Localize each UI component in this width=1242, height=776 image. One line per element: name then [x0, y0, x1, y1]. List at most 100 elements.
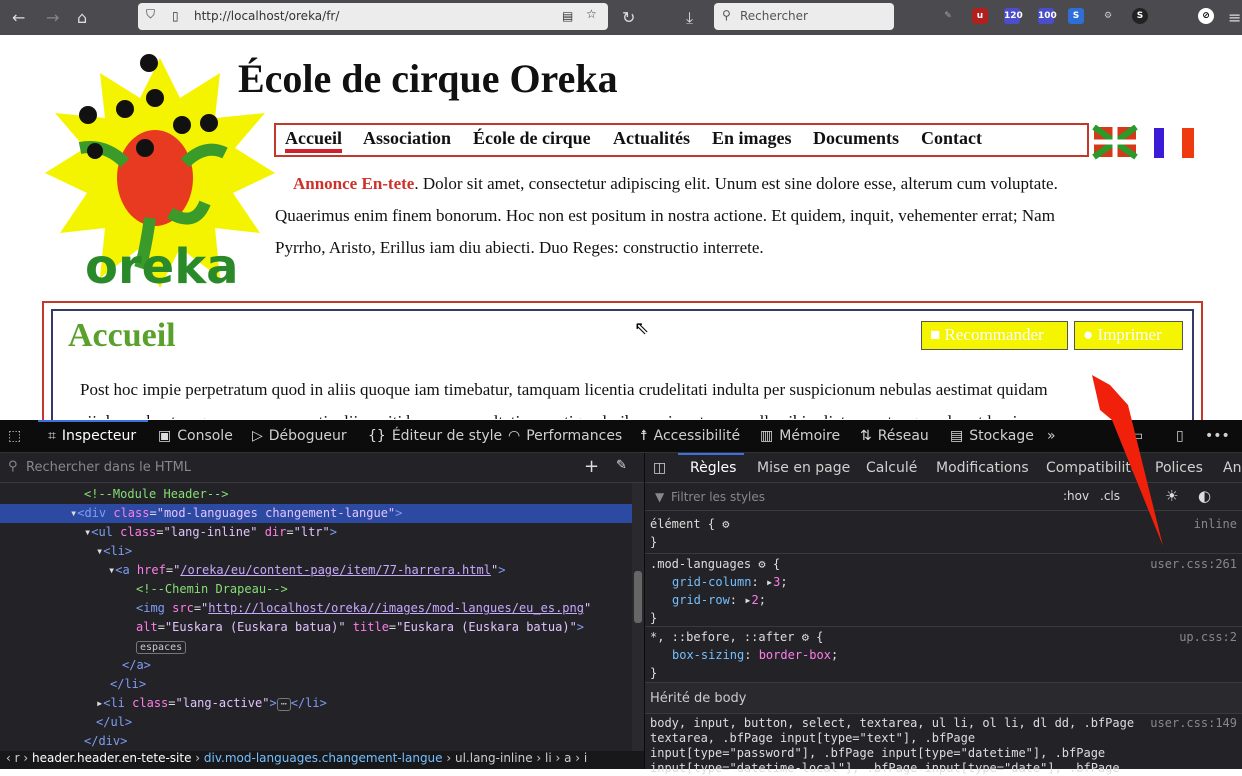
markup-scrollbar[interactable]: [632, 483, 644, 751]
tab-mise-en-page[interactable]: Mise en page: [757, 460, 850, 476]
recommend-button[interactable]: ■ Recommander: [921, 321, 1068, 350]
tab-memoire[interactable]: ▥ Mémoire: [760, 428, 840, 444]
download-icon[interactable]: ⤓: [686, 8, 693, 28]
s-ext-icon[interactable]: S: [1068, 8, 1084, 24]
breadcrumb-item[interactable]: div.mod-languages.changement-langue: [204, 751, 443, 765]
tree-node[interactable]: </li>: [0, 675, 632, 694]
ruler-icon[interactable]: ▭: [1130, 428, 1143, 444]
tab-label: Débogueur: [268, 428, 347, 444]
tree-node[interactable]: <img src="http://localhost/oreka//images…: [0, 599, 632, 618]
tab-compatibilite[interactable]: Compatibilité: [1046, 460, 1139, 476]
tree-node[interactable]: <!--Module Header-->: [0, 485, 632, 504]
rule-body[interactable]: user.css:149 body, input, button, select,…: [650, 716, 1237, 776]
nav-en-images[interactable]: En images: [712, 128, 792, 149]
tree-node[interactable]: <!--Chemin Drapeau-->: [0, 580, 632, 599]
tab-stockage[interactable]: ▤ Stockage: [950, 428, 1034, 444]
debugger-icon: ▷: [252, 428, 263, 444]
tree-node[interactable]: </ul>: [0, 713, 632, 732]
page-icon: ▯: [172, 9, 179, 23]
tree-node[interactable]: ▸<li class="lang-active"> ⋯ </li>: [0, 694, 632, 713]
tab-editeur-de-style[interactable]: {} Éditeur de style: [368, 428, 502, 444]
ext-120-icon[interactable]: 120: [1004, 8, 1023, 24]
tree-node-selected[interactable]: ▾<div class="mod-languages changement-la…: [0, 504, 632, 523]
cls-button[interactable]: .cls: [1100, 489, 1120, 503]
source-link[interactable]: user.css:149: [1150, 716, 1237, 731]
add-node-icon[interactable]: +: [584, 456, 599, 477]
tab-animations[interactable]: An: [1223, 460, 1241, 476]
nav-documents[interactable]: Documents: [813, 128, 899, 149]
css-declaration[interactable]: box-sizing: border-box;: [650, 646, 838, 664]
eyedropper-ext-icon[interactable]: ✎: [940, 8, 956, 24]
tree-node[interactable]: ▾<li>: [0, 542, 632, 561]
reader-icon[interactable]: ▤: [562, 9, 573, 23]
noscript-icon[interactable]: ⊘: [1198, 8, 1214, 24]
home-icon[interactable]: ⌂: [77, 8, 87, 27]
breadcrumb-item[interactable]: i: [584, 751, 587, 765]
tree-node[interactable]: ▾<a href="/oreka/eu/content-page/item/77…: [0, 561, 632, 580]
rule-element[interactable]: élément { ⚙ inline: [650, 515, 1237, 533]
tab-performances[interactable]: ◠ Performances: [508, 428, 622, 444]
print-button[interactable]: ● Imprimer: [1074, 321, 1183, 350]
url-bar[interactable]: ⛉ ▯ http://localhost/oreka/fr/ ▤ ☆: [138, 3, 608, 30]
s2-ext-icon[interactable]: S: [1132, 8, 1148, 24]
pick-element-icon[interactable]: ⬚: [8, 428, 21, 444]
tree-node[interactable]: </div>: [0, 732, 632, 751]
french-flag-blue[interactable]: [1154, 128, 1164, 158]
tab-reseau[interactable]: ⇅ Réseau: [860, 428, 929, 444]
breadcrumb-item[interactable]: header.header.en-tete-site: [32, 751, 191, 765]
tree-node[interactable]: </a>: [0, 656, 632, 675]
options-icon[interactable]: •••: [1205, 428, 1230, 444]
menu-icon[interactable]: ≡: [1228, 8, 1241, 27]
breadcrumb-item[interactable]: li: [545, 751, 552, 765]
back-icon[interactable]: ←: [12, 8, 25, 27]
rule-universal[interactable]: *, ::before, ::after ⚙ {up.css:2: [650, 628, 1237, 646]
devtools-panel: ⬚ ⌗ Inspecteur ▣ Console ▷ Débogueur {} Édit…: [0, 420, 1242, 775]
nav-contact[interactable]: Contact: [921, 128, 982, 149]
star-icon[interactable]: ☆: [586, 7, 597, 21]
html-search-placeholder: Rechercher dans le HTML: [26, 460, 192, 475]
tab-calcule[interactable]: Calculé: [866, 460, 917, 476]
hov-button[interactable]: :hov: [1063, 489, 1089, 503]
tab-console[interactable]: ▣ Console: [158, 428, 233, 444]
tree-node[interactable]: ▾<ul class="lang-inline" dir="ltr">: [0, 523, 632, 542]
responsive-icon[interactable]: ▯: [1176, 428, 1184, 444]
basque-flag-icon[interactable]: [1092, 125, 1138, 160]
ublock-icon[interactable]: u: [972, 8, 988, 24]
nav-accueil[interactable]: Accueil: [285, 128, 342, 153]
toggle-pane-icon[interactable]: ◫: [653, 460, 666, 476]
memory-icon: ▥: [760, 428, 774, 444]
tab-inspecteur[interactable]: ⌗ Inspecteur: [48, 428, 136, 444]
nav-association[interactable]: Association: [363, 128, 451, 149]
ext-100-icon[interactable]: 100: [1038, 8, 1057, 24]
tab-modifications[interactable]: Modifications: [936, 460, 1029, 476]
tab-debogueur[interactable]: ▷ Débogueur: [252, 428, 347, 444]
tab-accessibilite[interactable]: ☨ Accessibilité: [640, 428, 740, 444]
eyedropper-icon[interactable]: ✎: [616, 458, 627, 473]
more-tabs-icon[interactable]: »: [1047, 428, 1056, 444]
svg-text:oreka: oreka: [85, 239, 239, 293]
nav-actualites[interactable]: Actualités: [613, 128, 690, 149]
css-declaration[interactable]: grid-row: ▸2;: [650, 591, 766, 609]
nav-ecole-de-cirque[interactable]: École de cirque: [473, 128, 591, 149]
search-bar[interactable]: ⚲ Rechercher: [714, 3, 894, 30]
source-link[interactable]: user.css:261: [1150, 555, 1237, 573]
braces-icon: {}: [368, 428, 386, 444]
tab-polices[interactable]: Polices: [1155, 460, 1203, 476]
source-link[interactable]: up.css:2: [1179, 628, 1237, 646]
rule-mod-languages[interactable]: .mod-languages ⚙ {user.css:261: [650, 555, 1237, 573]
breadcrumb-item[interactable]: a: [564, 751, 571, 765]
filter-styles-input[interactable]: ▼ Filtrer les styles :hov .cls ☀ ◐: [645, 483, 1242, 511]
gear-ext-icon[interactable]: ⚙: [1100, 8, 1116, 24]
forward-icon[interactable]: →: [46, 8, 59, 27]
dark-theme-icon[interactable]: ◐: [1198, 487, 1211, 505]
reload-icon[interactable]: ↻: [622, 8, 635, 27]
tab-regles[interactable]: Règles: [690, 460, 736, 476]
breadcrumb-scroll-left[interactable]: ‹ r ›: [0, 751, 28, 765]
light-theme-icon[interactable]: ☀: [1165, 487, 1178, 505]
html-search-input[interactable]: ⚲ Rechercher dans le HTML + ✎: [0, 453, 644, 483]
filter-icon: ▼: [655, 490, 665, 504]
french-flag-red[interactable]: [1182, 128, 1194, 158]
whitespace-badge[interactable]: espaces: [136, 641, 187, 654]
breadcrumb-item[interactable]: ul.lang-inline: [455, 751, 533, 765]
css-declaration[interactable]: grid-column: ▸3;: [650, 573, 788, 591]
